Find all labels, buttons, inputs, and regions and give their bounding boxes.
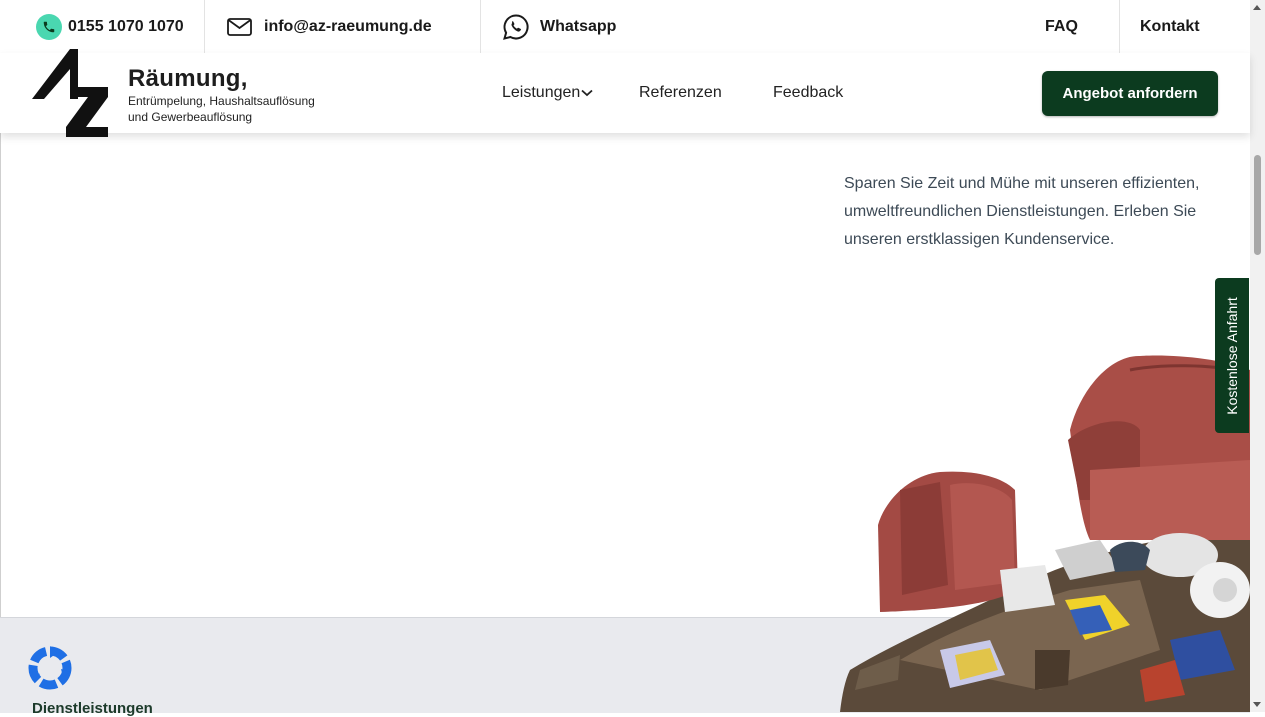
recycle-icon xyxy=(26,644,74,697)
free-arrival-tab[interactable]: Kostenlose Anfahrt xyxy=(1215,278,1249,433)
top-contact-bar: 0155 1070 1070 info@az-raeumung.de Whats… xyxy=(0,0,1250,54)
scroll-up-arrow-icon[interactable] xyxy=(1253,5,1261,10)
whatsapp-icon xyxy=(502,13,530,41)
phone-link[interactable]: 0155 1070 1070 xyxy=(36,0,184,53)
faq-link[interactable]: FAQ xyxy=(1045,0,1078,53)
brand-subtitle-line: Entrümpelung, Haushaltsauflösung xyxy=(128,94,315,108)
hero-description: Sparen Sie Zeit und Mühe mit unseren eff… xyxy=(844,175,1200,248)
scroll-down-arrow-icon[interactable] xyxy=(1253,702,1261,707)
nav-feedback[interactable]: Feedback xyxy=(773,84,843,102)
nav-leistungen-label: Leistungen xyxy=(502,84,581,101)
nav-referenzen[interactable]: Referenzen xyxy=(639,84,722,102)
email-link[interactable]: info@az-raeumung.de xyxy=(227,0,432,53)
phone-number: 0155 1070 1070 xyxy=(68,17,184,35)
nav-leistungen[interactable]: Leistungen xyxy=(502,84,593,102)
junk-pile-image xyxy=(840,355,1250,712)
kontakt-link[interactable]: Kontakt xyxy=(1140,0,1200,53)
whatsapp-link[interactable]: Whatsapp xyxy=(502,0,616,53)
divider xyxy=(204,0,205,53)
az-logo-icon xyxy=(32,49,108,137)
chevron-down-icon xyxy=(581,89,593,97)
services-heading: Dienstleistungen xyxy=(32,700,153,717)
email-address: info@az-raeumung.de xyxy=(264,17,432,35)
brand-title: Räumung, xyxy=(128,65,248,92)
free-arrival-label: Kostenlose Anfahrt xyxy=(1224,296,1240,415)
scroll-thumb[interactable] xyxy=(1254,155,1261,255)
whatsapp-label: Whatsapp xyxy=(540,17,617,35)
request-quote-button[interactable]: Angebot anfordern xyxy=(1042,71,1218,116)
page-edge xyxy=(0,133,1,617)
kontakt-label: Kontakt xyxy=(1140,17,1200,35)
faq-label: FAQ xyxy=(1045,17,1078,35)
brand-subtitle-line: und Gewerbeauflösung xyxy=(128,110,253,124)
logo[interactable] xyxy=(30,47,112,139)
main-header: Räumung, Entrümpelung, Haushaltsauflösun… xyxy=(0,49,1250,137)
brand-subtitle: Entrümpelung, Haushaltsauflösung und Gew… xyxy=(128,93,348,125)
mail-icon xyxy=(227,17,252,36)
divider xyxy=(480,0,481,53)
divider xyxy=(1119,0,1120,53)
phone-icon xyxy=(36,13,62,40)
vertical-scrollbar[interactable] xyxy=(1250,0,1265,712)
